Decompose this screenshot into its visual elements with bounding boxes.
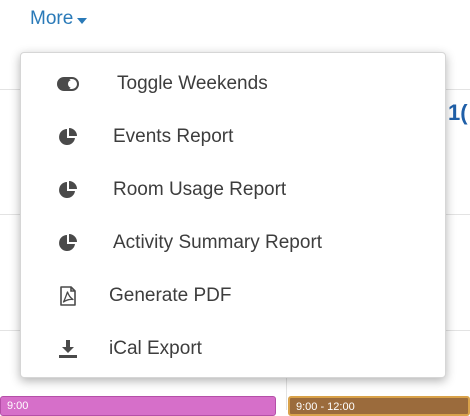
menu-item-label: iCal Export	[109, 337, 202, 359]
menu-item-activity-summary-report[interactable]: Activity Summary Report	[21, 216, 445, 269]
calendar-event[interactable]: 9:00 - 12:00	[288, 396, 470, 416]
more-button-label: More	[30, 8, 74, 29]
calendar-event-time: 9:00 - 12:00	[296, 401, 355, 413]
menu-item-generate-pdf[interactable]: Generate PDF	[21, 269, 445, 322]
calendar-event[interactable]: 9:00	[0, 396, 276, 416]
download-icon	[57, 338, 79, 360]
menu-item-label: Events Report	[113, 125, 234, 147]
toggle-icon	[57, 73, 79, 95]
more-dropdown-menu: Toggle Weekends Events Report Room Usage…	[20, 52, 446, 378]
pie-chart-icon	[57, 126, 79, 148]
menu-item-label: Generate PDF	[109, 284, 232, 306]
menu-item-toggle-weekends[interactable]: Toggle Weekends	[21, 57, 445, 110]
menu-item-label: Activity Summary Report	[113, 231, 323, 253]
menu-item-events-report[interactable]: Events Report	[21, 110, 445, 163]
pie-chart-icon	[57, 179, 79, 201]
calendar-event-time: 9:00	[7, 400, 29, 412]
calendar-day-number: 1(	[448, 100, 468, 125]
pie-chart-icon	[57, 232, 79, 254]
caret-down-icon	[77, 17, 88, 24]
menu-item-room-usage-report[interactable]: Room Usage Report	[21, 163, 445, 216]
menu-item-label: Toggle Weekends	[117, 72, 268, 94]
menu-item-label: Room Usage Report	[113, 178, 287, 200]
menu-item-ical-export[interactable]: iCal Export	[21, 322, 445, 375]
more-dropdown-button[interactable]: More	[30, 8, 88, 30]
pdf-file-icon	[57, 285, 79, 307]
